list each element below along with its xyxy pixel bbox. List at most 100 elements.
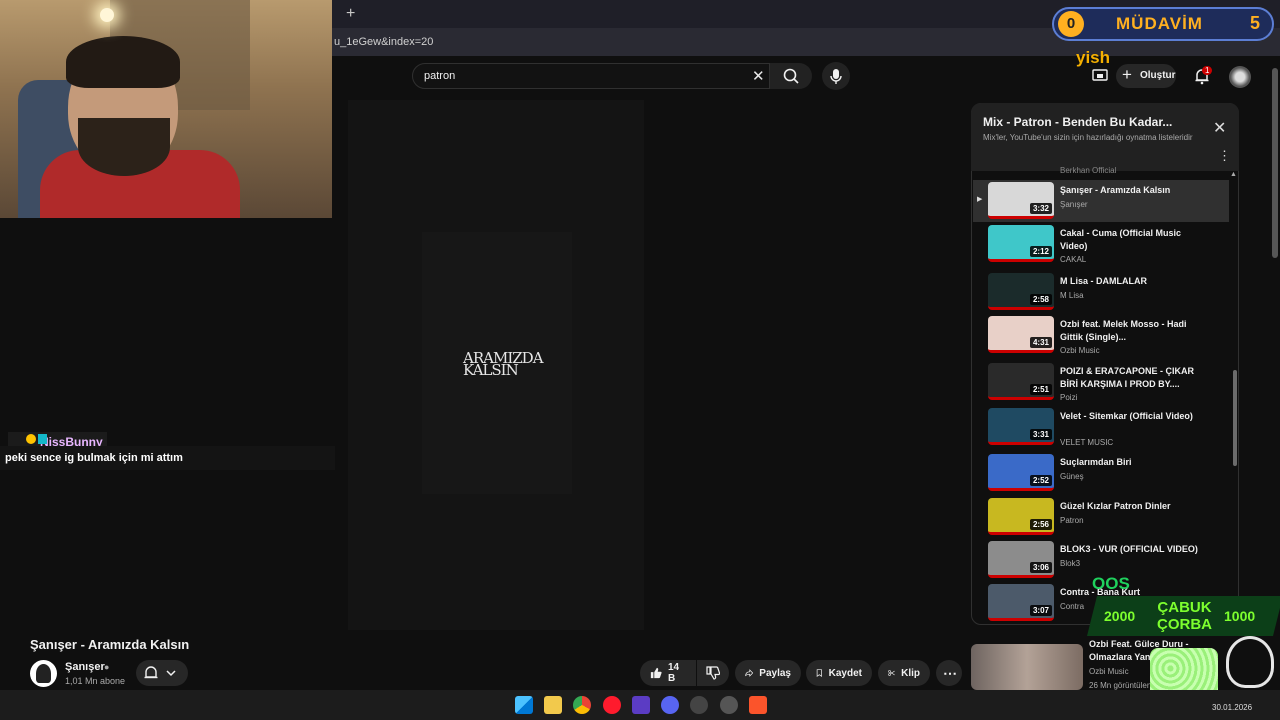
close-icon[interactable]: ✕ [1213,118,1226,138]
chat-message: peki sence ig bulmak için mi attım [5,452,183,464]
mix-item-duration: 3:07 [1029,605,1052,616]
start-icon[interactable] [515,696,533,714]
astronaut-icon [1226,636,1274,688]
mix-item-thumbnail[interactable]: 2:58 [988,273,1054,310]
mix-item-thumbnail[interactable]: 3:06 [988,541,1054,578]
mix-item-thumbnail[interactable]: 3:31 [988,408,1054,445]
file-explorer-icon[interactable] [544,696,562,714]
mix-item-channel: Blok3 [1060,559,1081,568]
mix-item[interactable]: 2:58 M Lisa - DAMLALAR M Lisa [973,271,1229,313]
discord-icon[interactable] [661,696,679,714]
mudavim-count: 5 [1250,13,1261,33]
mix-item-channel: VELET MUSIC [1060,438,1114,447]
mix-item-title[interactable]: BLOK3 - VUR (OFFICIAL VIDEO) [1060,543,1200,556]
mix-item-title[interactable]: POIZI & ERA7CAPONE - ÇIKAR BİRİ KARŞIMA … [1060,365,1200,391]
mix-item-channel: Poizi [1060,393,1078,402]
cast-icon[interactable] [1092,69,1108,83]
mix-item-duration: 4:31 [1029,337,1052,348]
voice-search-button[interactable] [822,62,850,90]
mix-item-duration: 2:52 [1029,475,1052,486]
mix-item-thumbnail[interactable]: 3:07 [988,584,1054,621]
mix-item[interactable]: ▶ 3:32 Şanışer - Aramızda Kalsın Şanışer [973,180,1229,222]
save-button[interactable]: Kaydet [806,660,872,686]
like-button[interactable]: 14 B [640,660,696,686]
share-button[interactable]: Paylaş [735,660,801,686]
recommended-thumbnail[interactable] [971,644,1083,690]
brave-icon[interactable] [749,696,767,714]
mix-item-title[interactable]: Suçlarımdan Biri [1060,456,1200,469]
chatgpt-icon[interactable] [720,696,738,714]
webcam-overlay [0,0,332,218]
microphone-icon [830,69,842,84]
mix-item[interactable]: 2:51 POIZI & ERA7CAPONE - ÇIKAR BİRİ KARŞ… [973,361,1229,403]
mix-item-thumbnail[interactable]: 3:32 [988,182,1054,219]
mix-item[interactable]: 3:31 Velet - Sitemkar (Official Video) VEL… [973,406,1229,448]
mix-item-duration: 2:51 [1029,384,1052,395]
mix-item-title[interactable]: Cakal - Cuma (Official Music Video) [1060,227,1200,253]
clear-search-icon[interactable]: ✕ [752,67,765,85]
webcam-lamp [100,8,114,22]
now-playing-icon: ▶ [977,196,983,203]
scroll-up-icon[interactable]: ▲ [1230,171,1237,178]
mix-item-title[interactable]: Velet - Sitemkar (Official Video) [1060,410,1200,423]
verified-icon: ● [104,662,110,672]
more-horizontal-icon: ⋯ [943,664,957,681]
plus-icon: + [1122,65,1132,84]
app-icon[interactable] [632,696,650,714]
chat-sub-badge-icon [38,434,47,444]
mix-item-title[interactable]: Ozbi feat. Melek Mosso - Hadi Gittik (Si… [1060,318,1200,344]
scissors-icon [888,670,895,676]
search-input[interactable] [412,63,770,89]
mix-item[interactable]: 2:56 Güzel Kızlar Patron Dinler Patron [973,496,1229,538]
mix-item[interactable]: 2:12 Cakal - Cuma (Official Music Video) C… [973,223,1229,265]
mix-item[interactable]: 4:31 Ozbi feat. Melek Mosso - Hadi Gittik… [973,314,1229,356]
account-avatar[interactable] [1229,66,1251,88]
mix-item-duration: 2:56 [1029,519,1052,530]
dislike-button[interactable] [697,660,729,686]
recommended-channel[interactable]: Ozbi Music [1089,667,1129,676]
corba-left-number: 2000 [1104,608,1136,624]
clip-button[interactable]: Klip [878,660,930,686]
mix-item-channel: Patron [1060,516,1084,525]
mix-item-thumbnail[interactable]: 4:31 [988,316,1054,353]
mix-item-thumbnail[interactable]: 2:52 [988,454,1054,491]
mix-item-title[interactable]: Güzel Kızlar Patron Dinler [1060,500,1200,513]
page-scrollbar[interactable] [1272,68,1278,258]
subscription-bell-button[interactable] [136,660,188,686]
bookmark-icon [816,669,822,678]
url-text[interactable]: u_1eGew&index=20 [334,36,433,48]
search-button[interactable] [770,63,812,89]
subscriber-count: 1,01 Mn abone [65,676,126,686]
mudavim-label: MÜDAVİM [1116,14,1203,33]
webcam-hair [66,36,180,88]
channel-avatar-figure [36,664,51,683]
mix-item-channel: CAKAL [1060,255,1087,264]
chrome-icon[interactable] [573,696,591,714]
mix-title[interactable]: Mix - Patron - Benden Bu Kadar... [983,115,1172,129]
mix-item-duration: 2:58 [1029,294,1052,305]
mix-subtitle: Mix'ler, YouTube'un sizin için hazırladı… [983,133,1193,142]
opera-icon[interactable] [603,696,621,714]
more-actions-button[interactable]: ⋯ [936,660,962,686]
recommended-views: 26 Mn görüntülen [1089,681,1152,690]
video-title: Şanışer - Aramızda Kalsın [30,637,190,652]
search-query[interactable]: patron [424,70,455,82]
channel-name[interactable]: Şanışer [65,661,105,673]
obs-icon[interactable] [690,696,708,714]
mix-item-title[interactable]: Şanışer - Aramızda Kalsın [1060,184,1200,197]
thumbs-down-icon [706,666,720,680]
mix-item-thumbnail[interactable]: 2:56 [988,498,1054,535]
mix-item-duration: 3:31 [1029,429,1052,440]
chat-badge-icon [26,434,36,444]
corba-right-number: 1000 [1224,608,1256,624]
new-tab-button[interactable]: + [346,5,355,23]
create-label: Oluştur [1140,70,1176,81]
more-vertical-icon[interactable]: ⋮ [1218,148,1231,164]
mix-item-thumbnail[interactable]: 2:51 [988,363,1054,400]
thumbs-up-icon [650,667,662,679]
mix-item-thumbnail[interactable]: 2:12 [988,225,1054,262]
mix-item-title[interactable]: M Lisa - DAMLALAR [1060,275,1200,288]
mix-item[interactable]: 2:52 Suçlarımdan Biri Güneş [973,452,1229,494]
previous-item-channel: Berkhan Official [1060,166,1117,175]
mix-scrollbar[interactable] [1233,370,1237,466]
